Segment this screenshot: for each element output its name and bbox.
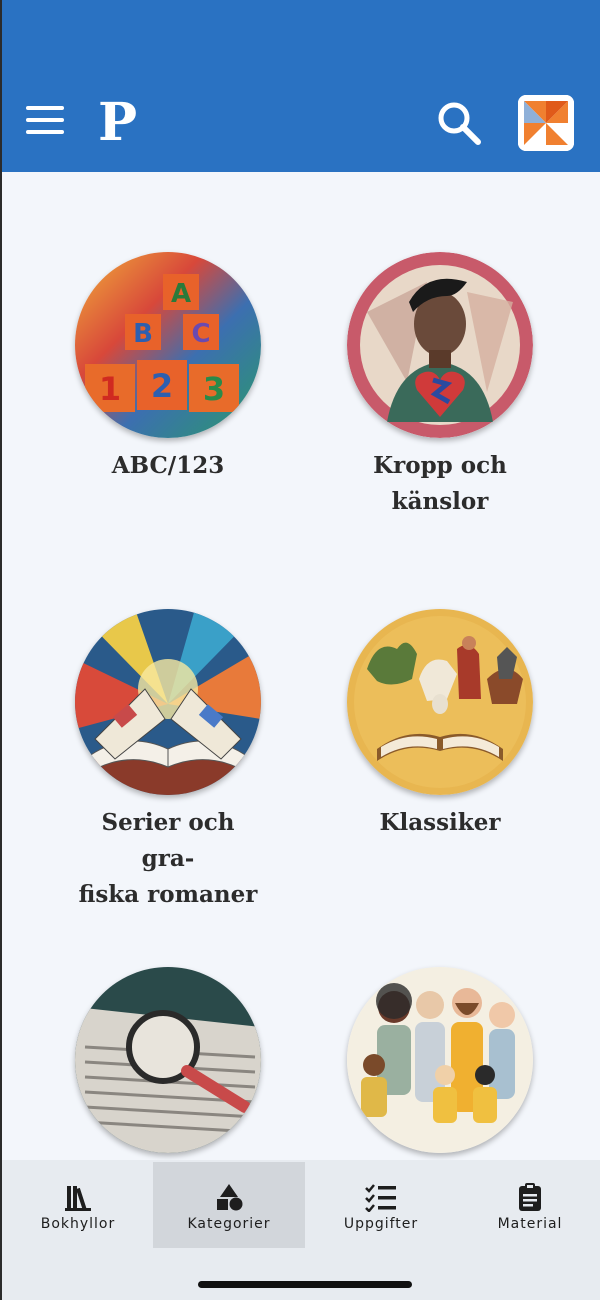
app-header: P [2, 0, 600, 172]
category-label: Serier och gra-fiska romaner [32, 805, 304, 913]
bookshelf-icon [65, 1186, 91, 1211]
hamburger-menu-icon [26, 106, 66, 134]
search-icon [438, 102, 481, 145]
app-logo[interactable]: P [96, 92, 137, 153]
family-image [347, 967, 533, 1153]
svg-text:2: 2 [151, 367, 173, 405]
category-label-line2: fiska romaner [78, 881, 258, 908]
p-logo-icon: P [98, 92, 137, 153]
category-abc-123[interactable]: A B C 1 2 3 ABC/123 [32, 252, 304, 484]
category-item-5[interactable] [32, 967, 304, 1160]
svg-text:A: A [171, 279, 191, 309]
category-kropp-och-kanslor[interactable]: Kropp och känslor [304, 252, 576, 520]
svg-text:1: 1 [99, 370, 121, 408]
category-label: Klassiker [379, 809, 501, 836]
tab-uppgifter[interactable]: Uppgifter [305, 1162, 457, 1248]
category-label: Kropp och känslor [373, 452, 507, 515]
tab-material[interactable]: Material [454, 1162, 600, 1248]
svg-text:3: 3 [203, 370, 225, 408]
category-item-6[interactable] [304, 967, 576, 1160]
search-button[interactable] [436, 100, 482, 150]
shapes-icon [217, 1184, 243, 1211]
pinwheel-logo-icon [518, 95, 574, 151]
magnifier-page-image [75, 967, 261, 1153]
body-heart-image [347, 252, 533, 438]
bottom-tab-bar: Bokhyllor Kategorier Uppgifter Material [2, 1160, 600, 1300]
checklist-icon [365, 1184, 396, 1212]
category-klassiker[interactable]: Klassiker [304, 609, 576, 841]
svg-text:C: C [191, 319, 210, 349]
classics-book-image [347, 609, 533, 795]
menu-button[interactable] [26, 106, 66, 136]
tab-label: Material [497, 1216, 563, 1232]
comic-book-image [75, 609, 261, 795]
tab-label: Kategorier [187, 1216, 271, 1232]
tab-bokhyllor[interactable]: Bokhyllor [2, 1162, 154, 1248]
category-grid: A B C 1 2 3 ABC/123 Kropp och känslor Se… [2, 172, 600, 1160]
logo-letter: P [98, 92, 136, 148]
clipboard-icon [519, 1183, 541, 1211]
svg-text:B: B [133, 319, 153, 349]
avatar[interactable] [518, 95, 574, 151]
category-label: ABC/123 [111, 452, 225, 479]
tab-label: Uppgifter [343, 1216, 419, 1232]
tab-label: Bokhyllor [40, 1216, 116, 1232]
home-indicator [198, 1281, 412, 1288]
abc-blocks-image: A B C 1 2 3 [75, 252, 261, 438]
tab-kategorier[interactable]: Kategorier [153, 1162, 305, 1248]
category-label-line1: Serier och gra- [101, 809, 235, 872]
category-serier-och-grafiska-romaner[interactable]: Serier och gra-fiska romaner [32, 609, 304, 913]
